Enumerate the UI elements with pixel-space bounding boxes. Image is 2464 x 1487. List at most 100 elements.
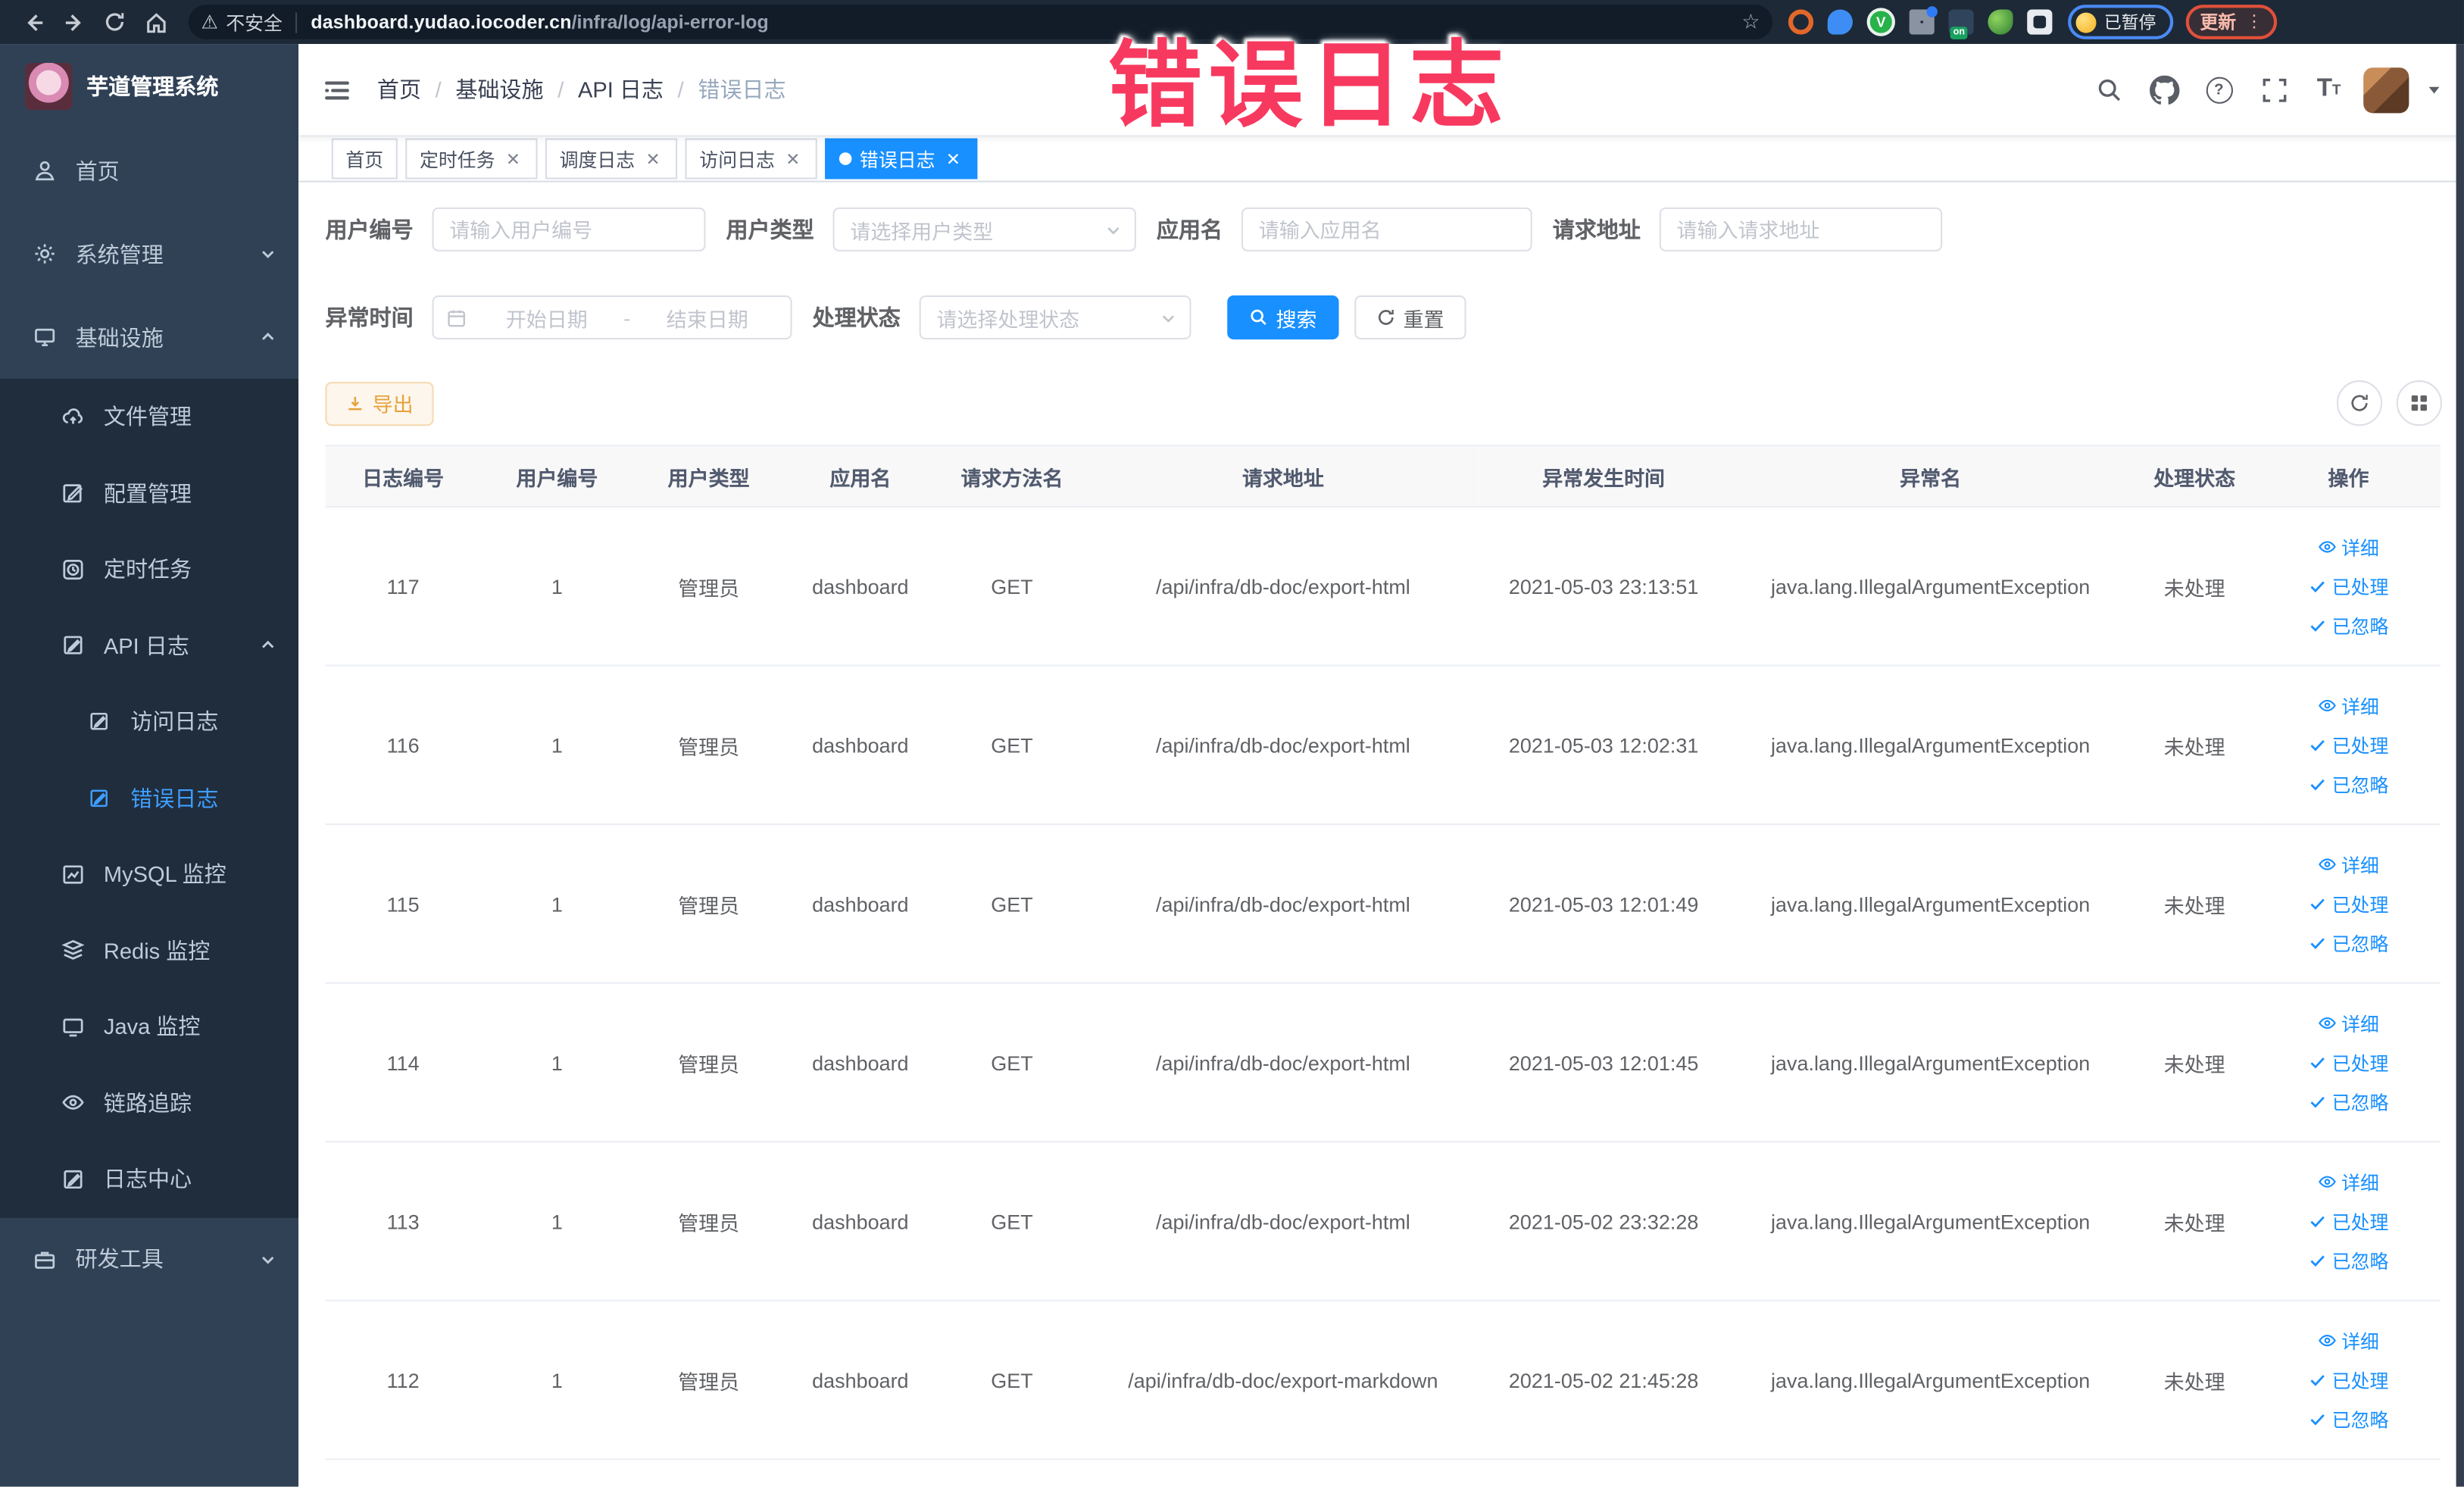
extension-drop-icon[interactable] — [1827, 9, 1853, 35]
extension-check-icon[interactable]: V — [1866, 8, 1895, 36]
sidebar-item-label: 系统管理 — [75, 241, 164, 267]
extension-switch-icon[interactable]: on — [1948, 9, 1974, 39]
forward-icon[interactable] — [54, 5, 95, 39]
cell-id: 116 — [325, 665, 481, 826]
breadcrumb-home[interactable]: 首页 — [377, 74, 421, 105]
processed-action[interactable]: 已处理 — [2263, 725, 2434, 764]
processed-action[interactable]: 已处理 — [2263, 1201, 2434, 1241]
tab-job-log[interactable]: 调度日志 ✕ — [545, 138, 678, 180]
search-icon[interactable] — [2088, 69, 2129, 110]
logo-image — [25, 62, 73, 111]
browser-update-button[interactable]: 更新 ⋮ — [2185, 5, 2278, 39]
cell-user_type: 管理员 — [633, 665, 785, 826]
cell-url: /api/infra/db-doc/export-markdown — [1087, 1300, 1479, 1460]
sidebar-item-file[interactable]: 文件管理 — [0, 379, 298, 455]
close-icon[interactable]: ✕ — [643, 148, 664, 169]
home-icon[interactable] — [135, 5, 176, 39]
cell-user_id: 1 — [480, 1142, 634, 1301]
column-settings-button[interactable] — [2396, 380, 2442, 426]
sidebar-logo[interactable]: 芋道管理系统 — [0, 44, 298, 129]
sidebar-item-access-log[interactable]: 访问日志 — [0, 683, 298, 760]
browser-scrollbar[interactable] — [2456, 44, 2464, 1487]
processed-action[interactable]: 已处理 — [2263, 1042, 2434, 1082]
close-icon[interactable]: ✕ — [943, 148, 963, 169]
github-icon[interactable] — [2144, 69, 2184, 110]
tab-access-log[interactable]: 访问日志 ✕ — [685, 138, 817, 180]
close-icon[interactable]: ✕ — [503, 148, 523, 169]
detail-action[interactable]: 详细 — [2263, 1162, 2434, 1201]
help-icon[interactable]: ? — [2198, 69, 2239, 110]
cell-app: dashboard — [784, 824, 937, 984]
sidebar-item-label: 链路追踪 — [103, 1090, 192, 1116]
ignored-action[interactable]: 已忽略 — [2263, 923, 2434, 963]
update-label: 更新 — [2200, 14, 2237, 33]
app-name-input[interactable] — [1241, 207, 1532, 251]
font-size-icon[interactable]: TT — [2309, 69, 2350, 110]
reload-icon[interactable] — [94, 5, 135, 39]
sidebar-item-mysql[interactable]: MySQL 监控 — [0, 836, 298, 913]
fullscreen-icon[interactable] — [2253, 69, 2294, 110]
date-range-picker[interactable]: 开始日期 - 结束日期 — [432, 295, 792, 340]
sidebar-item-infra[interactable]: 基础设施 — [0, 295, 298, 379]
ignored-action[interactable]: 已忽略 — [2263, 606, 2434, 645]
sidebar-item-api-log[interactable]: API 日志 — [0, 608, 298, 684]
sidebar-item-error-log[interactable]: 错误日志 — [0, 760, 298, 836]
ignored-action[interactable]: 已忽略 — [2263, 1399, 2434, 1439]
sidebar-item-devtools[interactable]: 研发工具 — [0, 1217, 298, 1301]
check-icon — [2309, 1251, 2328, 1270]
profile-emoji-icon — [2075, 11, 2097, 33]
tab-error-log[interactable]: 错误日志 ✕ — [825, 138, 978, 180]
close-icon[interactable]: ✕ — [782, 148, 803, 169]
detail-action[interactable]: 详细 — [2263, 1321, 2434, 1360]
breadcrumb-api-log[interactable]: API 日志 — [578, 74, 664, 105]
reset-button[interactable]: 重置 — [1354, 295, 1466, 340]
detail-action[interactable]: 详细 — [2263, 527, 2434, 567]
ignored-action[interactable]: 已忽略 — [2263, 1241, 2434, 1280]
url-bar[interactable]: ⚠ 不安全 dashboard.yudao.iocoder.cn /infra/… — [188, 5, 1773, 39]
ignored-action[interactable]: 已忽略 — [2263, 1082, 2434, 1121]
col-url: 请求地址 — [1087, 445, 1479, 508]
extension-leaf-icon[interactable] — [1988, 9, 2013, 35]
request-url-input[interactable] — [1659, 207, 1943, 251]
back-icon[interactable] — [13, 5, 54, 39]
profile-paused-badge[interactable]: 已暂停 — [2068, 5, 2174, 39]
detail-action[interactable]: 详细 — [2263, 1004, 2434, 1043]
table-row: 116 1 管理员 dashboard GET/api/infra/db-doc/exp… — [325, 665, 2441, 826]
sidebar-item-trace[interactable]: 链路追踪 — [0, 1065, 298, 1142]
tab-home[interactable]: 首页 — [331, 138, 398, 180]
process-status-select[interactable]: 请选择处理状态 — [919, 295, 1191, 340]
caret-down-icon[interactable] — [2426, 82, 2442, 98]
processed-action[interactable]: 已处理 — [2263, 567, 2434, 606]
processed-action[interactable]: 已处理 — [2263, 1360, 2434, 1400]
user-type-select[interactable]: 请选择用户类型 — [832, 207, 1136, 251]
sidebar-item-config[interactable]: 配置管理 — [0, 455, 298, 532]
sidebar-item-label: 基础设施 — [75, 324, 164, 350]
detail-action[interactable]: 详细 — [2263, 686, 2434, 726]
sidebar-item-system[interactable]: 系统管理 — [0, 212, 298, 295]
extension-grid-icon[interactable] — [1909, 6, 1938, 35]
menu-kebab-icon[interactable]: ⋮ — [2246, 14, 2263, 31]
sidebar-item-java[interactable]: Java 监控 — [0, 989, 298, 1065]
tab-job[interactable]: 定时任务 ✕ — [405, 138, 538, 180]
extension-ring-icon[interactable] — [1788, 9, 1814, 35]
sidebar-item-home[interactable]: 首页 — [0, 129, 298, 212]
export-button[interactable]: 导出 — [325, 381, 434, 426]
ignored-action[interactable]: 已忽略 — [2263, 764, 2434, 804]
url-path: /infra/log/api-error-log — [571, 11, 769, 33]
search-button[interactable]: 搜索 — [1227, 295, 1339, 340]
avatar[interactable] — [2363, 67, 2409, 113]
processed-action[interactable]: 已处理 — [2263, 884, 2434, 923]
sidebar-item-log-center[interactable]: 日志中心 — [0, 1141, 298, 1217]
cell-url: /api/infra/db-doc/export-html — [1087, 824, 1479, 984]
extensions-puzzle-icon[interactable] — [2027, 9, 2053, 35]
breadcrumb-infra[interactable]: 基础设施 — [455, 74, 543, 105]
bookmark-star-icon[interactable]: ☆ — [1741, 9, 1760, 34]
sidebar-item-redis[interactable]: Redis 监控 — [0, 912, 298, 989]
user-id-input[interactable] — [432, 207, 706, 251]
refresh-table-button[interactable] — [2336, 380, 2383, 426]
sidebar-item-job[interactable]: 定时任务 — [0, 531, 298, 608]
tab-label: 调度日志 — [559, 148, 636, 171]
detail-action[interactable]: 详细 — [2263, 845, 2434, 884]
hamburger-icon[interactable] — [322, 75, 351, 105]
sidebar-item-label: Java 监控 — [103, 1014, 201, 1039]
